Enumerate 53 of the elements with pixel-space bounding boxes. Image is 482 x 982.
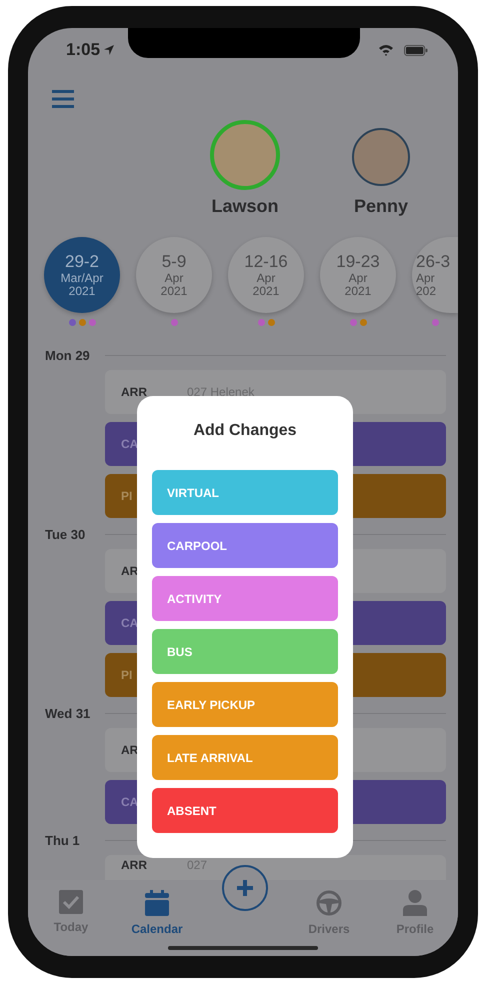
- week-chip[interactable]: 12-16 Apr 2021: [228, 237, 304, 313]
- entry-code: AR: [121, 743, 140, 757]
- menu-icon[interactable]: [52, 90, 74, 108]
- week-range: 29-2: [64, 252, 100, 272]
- week-month: Apr: [164, 272, 184, 285]
- change-option-button[interactable]: ABSENT: [152, 788, 338, 833]
- change-option-button[interactable]: BUS: [152, 629, 338, 674]
- week-year: 2021: [252, 285, 280, 298]
- day-label: Mon 29: [45, 348, 91, 362]
- day-label: Tue 30: [45, 526, 86, 542]
- entry-code: PI: [121, 668, 134, 682]
- entry-code: AR: [121, 564, 140, 578]
- week-month: Apr: [256, 272, 276, 285]
- wifi-icon: [378, 44, 394, 56]
- entry-code: CA: [121, 437, 140, 451]
- day-label: Thu 1: [45, 832, 81, 848]
- week-chip[interactable]: 29-2 Mar/Apr 2021: [44, 237, 120, 313]
- change-option-button[interactable]: LATE ARRIVAL: [152, 735, 338, 780]
- day-label: Wed 31: [45, 706, 92, 720]
- battery-icon: [404, 44, 428, 56]
- week-chip[interactable]: 26-3 Apr 202: [412, 237, 458, 313]
- week-year: 2021: [344, 285, 372, 298]
- week-range: 26-3: [416, 252, 450, 272]
- steering-wheel-icon: [316, 890, 342, 916]
- child-name: Penny: [354, 196, 408, 217]
- calendar-icon: [144, 890, 169, 916]
- week-chip[interactable]: 19-23 Apr 2021: [320, 237, 396, 313]
- week-year: 2021: [68, 285, 96, 298]
- week-range: 5-9: [162, 252, 186, 272]
- entry-code: CA: [121, 616, 140, 630]
- change-option-button[interactable]: EARLY PICKUP: [152, 682, 338, 727]
- week-month: Apr: [348, 272, 368, 285]
- change-option-button[interactable]: CARPOOL: [152, 523, 338, 568]
- person-icon: [403, 890, 427, 916]
- week-range: 12-16: [244, 252, 288, 272]
- week-month: Mar/Apr: [60, 272, 104, 285]
- plus-icon: [237, 880, 253, 896]
- status-time: 1:05: [66, 40, 100, 60]
- week-year: 202: [416, 285, 436, 298]
- week-chip[interactable]: 5-9 Apr 2021: [136, 237, 212, 313]
- entry-code: ARR: [121, 858, 148, 872]
- entry-code: CA: [121, 795, 140, 809]
- child-name: Lawson: [211, 196, 278, 217]
- dialog-title: Add Changes: [193, 422, 297, 440]
- week-month: Apr: [416, 272, 435, 285]
- location-arrow-icon: [104, 45, 114, 55]
- entry-code: ARR: [121, 385, 148, 399]
- change-option-button[interactable]: VIRTUAL: [152, 470, 338, 515]
- change-option-button[interactable]: ACTIVITY: [152, 576, 338, 621]
- tab-item[interactable]: Calendar: [131, 890, 183, 936]
- week-range: 19-23: [336, 252, 380, 272]
- checkbox-icon: [58, 890, 83, 914]
- week-year: 2021: [160, 285, 188, 298]
